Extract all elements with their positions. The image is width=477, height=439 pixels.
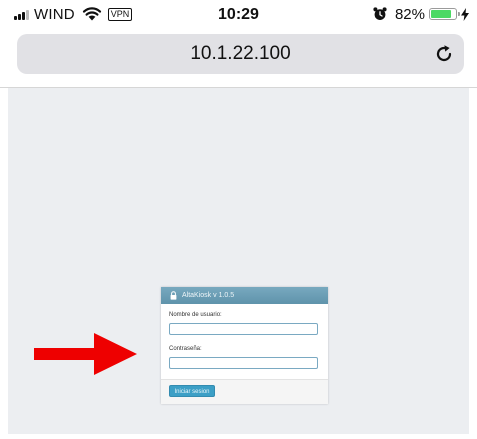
password-input[interactable]: [169, 357, 318, 369]
username-label: Nombre de usuario:: [169, 312, 222, 318]
status-bar: WIND VPN 10:29 82%: [0, 0, 477, 28]
reload-icon[interactable]: [432, 42, 456, 66]
status-right: 82%: [373, 5, 469, 23]
login-button[interactable]: Iniciar sesion: [169, 385, 215, 397]
battery-icon: [429, 8, 460, 20]
alarm-icon: [373, 7, 387, 20]
battery-cap: [458, 12, 460, 16]
address-bar[interactable]: 10.1.22.100: [17, 34, 464, 74]
url-text[interactable]: 10.1.22.100: [17, 34, 464, 74]
charging-bolt-icon: [461, 7, 469, 21]
battery-level-fill: [431, 10, 451, 18]
red-arrow-annotation: [34, 333, 137, 375]
battery-percent: 82%: [394, 5, 425, 23]
web-content: AltaKiosk v 1.0.5 Nombre de usuario: Con…: [8, 88, 469, 434]
login-panel: AltaKiosk v 1.0.5 Nombre de usuario: Con…: [161, 287, 328, 404]
password-label: Contraseña:: [169, 346, 202, 352]
username-input[interactable]: [169, 323, 318, 335]
lock-icon: [170, 291, 177, 300]
login-panel-footer: Iniciar sesion: [161, 379, 328, 404]
login-panel-title: AltaKiosk v 1.0.5: [182, 292, 235, 299]
login-panel-header: AltaKiosk v 1.0.5: [161, 287, 328, 304]
